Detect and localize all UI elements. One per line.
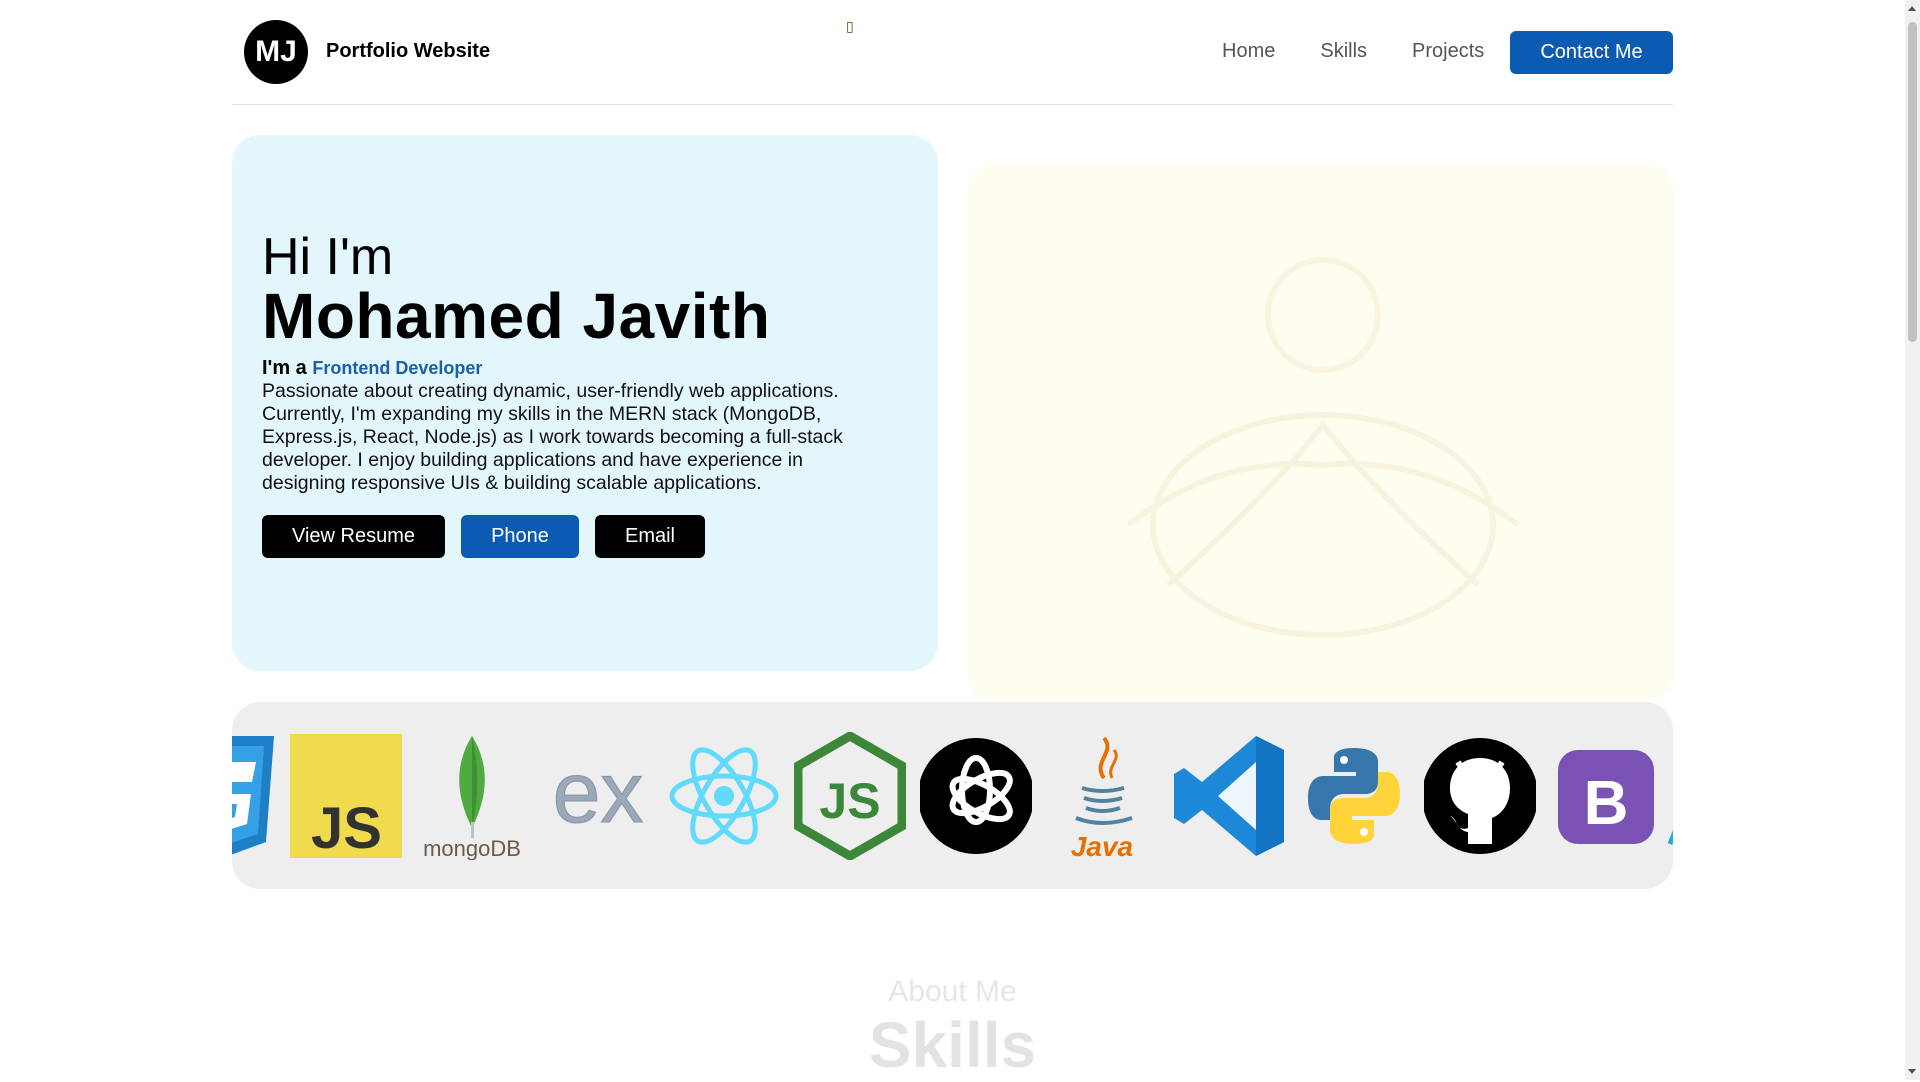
vscode-icon bbox=[1172, 732, 1284, 860]
nodejs-logo-text: JS bbox=[819, 773, 880, 829]
nav-home[interactable]: Home bbox=[1222, 40, 1275, 63]
page-scrollbar[interactable] bbox=[1905, 0, 1920, 1080]
bootstrap-icon: B bbox=[1550, 732, 1662, 860]
hero-name: Mohamed Javith bbox=[262, 280, 771, 352]
hero-image-panel bbox=[968, 165, 1673, 700]
scrollbar-thumb[interactable] bbox=[1908, 22, 1917, 342]
javascript-icon: JS bbox=[290, 732, 402, 860]
skills-carousel: JS mongoDB ex JS Java B bbox=[232, 702, 1673, 889]
view-resume-button[interactable]: View Resume bbox=[262, 515, 445, 558]
js-logo-text: JS bbox=[311, 796, 382, 860]
express-logo-text: ex bbox=[553, 745, 644, 841]
partial-next-icon bbox=[1668, 732, 1673, 860]
mongodb-logo-text: mongoDB bbox=[423, 836, 521, 860]
contact-me-button[interactable]: Contact Me bbox=[1510, 31, 1673, 74]
email-button[interactable]: Email bbox=[595, 515, 705, 558]
hero-role: I'm a Frontend Developer bbox=[262, 357, 482, 380]
placeholder-icon: ▯ bbox=[846, 18, 854, 34]
faint-illustration-icon bbox=[1126, 257, 1520, 638]
skills-heading: Skills bbox=[868, 1009, 1037, 1081]
phone-button[interactable]: Phone bbox=[461, 515, 579, 558]
java-icon: Java bbox=[1046, 732, 1158, 860]
mongodb-icon: mongoDB bbox=[416, 732, 528, 860]
nav-projects[interactable]: Projects bbox=[1412, 40, 1484, 63]
openai-icon bbox=[920, 732, 1032, 860]
github-icon bbox=[1424, 732, 1536, 860]
express-icon: ex bbox=[542, 732, 654, 860]
role-prefix: I'm a bbox=[262, 357, 313, 379]
css3-icon bbox=[232, 732, 284, 860]
scroll-up-icon[interactable] bbox=[1908, 6, 1916, 11]
role-title: Frontend Developer bbox=[312, 358, 483, 378]
logo-avatar[interactable]: MJ bbox=[244, 20, 308, 84]
hero-greeting: Hi I'm bbox=[262, 228, 394, 286]
java-logo-text: Java bbox=[1071, 831, 1133, 860]
about-subtitle: About Me bbox=[888, 975, 1017, 1008]
hero-description: Passionate about creating dynamic, user-… bbox=[262, 380, 843, 494]
bootstrap-logo-text: B bbox=[1584, 769, 1629, 838]
python-icon bbox=[1298, 732, 1410, 860]
nav-skills[interactable]: Skills bbox=[1320, 40, 1367, 63]
site-header: MJ Portfolio Website ▯ Home Skills Proje… bbox=[232, 0, 1673, 105]
react-icon bbox=[668, 732, 780, 860]
site-title: Portfolio Website bbox=[326, 40, 491, 62]
nodejs-icon: JS bbox=[794, 732, 906, 860]
hero-card: Hi I'm Mohamed Javith I'm a Frontend Dev… bbox=[232, 135, 938, 671]
scroll-down-icon[interactable] bbox=[1908, 1069, 1916, 1074]
main-nav: Home Skills Projects bbox=[1222, 40, 1484, 63]
